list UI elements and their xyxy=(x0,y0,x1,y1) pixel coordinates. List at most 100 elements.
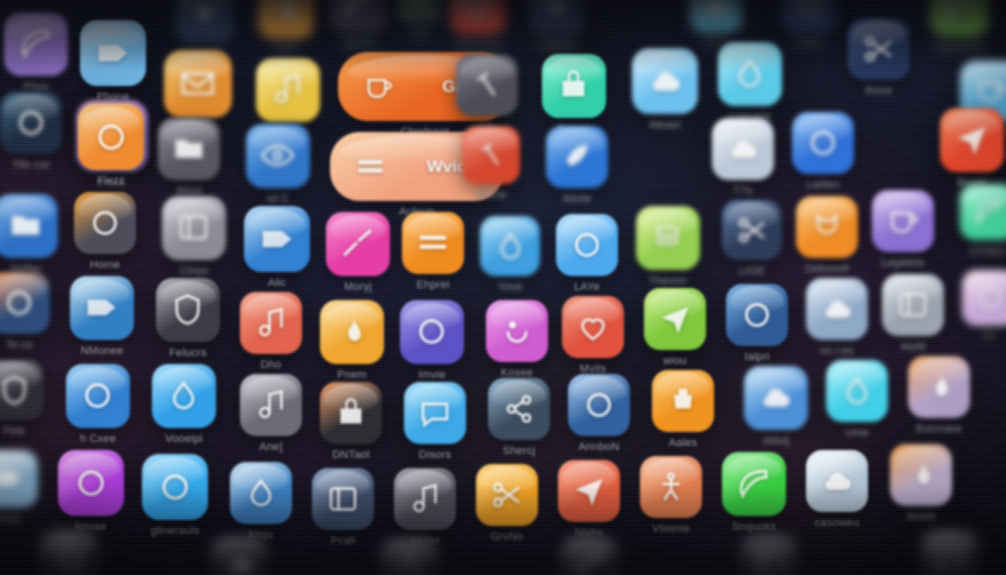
purple-icon[interactable] xyxy=(872,190,934,252)
orange-icon[interactable] xyxy=(796,196,858,258)
compass-icon[interactable] xyxy=(782,0,838,32)
teal-icon[interactable] xyxy=(960,184,1006,240)
eye2-icon[interactable] xyxy=(66,364,130,428)
app-icon-cell[interactable]: i n xyxy=(456,54,518,133)
home-icon[interactable] xyxy=(74,192,136,254)
ghost6-icon[interactable] xyxy=(740,534,800,575)
weather-icon[interactable] xyxy=(632,48,698,114)
app-icon-cell[interactable] xyxy=(920,530,980,575)
red-icon[interactable] xyxy=(558,460,620,522)
app-icon-cell[interactable]: Fevs xyxy=(258,0,314,55)
map-icon[interactable] xyxy=(530,0,584,34)
wallet-icon[interactable] xyxy=(158,118,220,180)
app-icon-cell[interactable]: Cloys xyxy=(162,196,226,277)
app-icon-cell[interactable]: Aleaoi xyxy=(632,48,698,131)
mint-icon[interactable] xyxy=(542,54,606,118)
cloud-icon[interactable] xyxy=(690,0,742,32)
news-icon[interactable] xyxy=(258,0,314,38)
app-icon-cell[interactable]: Aoia xyxy=(0,450,38,525)
app-icon-cell[interactable]: yvsepo xyxy=(960,184,1006,257)
chat-icon[interactable] xyxy=(404,382,466,444)
app-icon-cell[interactable]: Eocmare xyxy=(908,356,970,435)
app-icon-cell[interactable]: Alecio xyxy=(462,126,520,201)
app-icon-cell[interactable]: LAYe xyxy=(556,214,618,293)
app-icon-cell[interactable]: Jeyallonin xyxy=(930,0,988,53)
app-icon-cell[interactable]: GrvNo xyxy=(476,464,538,543)
app-icon-cell[interactable]: h Cxee xyxy=(66,364,130,445)
ghost-icon[interactable] xyxy=(0,360,44,420)
clock2-icon[interactable] xyxy=(726,284,788,346)
gold-icon[interactable] xyxy=(476,464,538,526)
phone2-icon[interactable] xyxy=(394,468,456,530)
clock-icon[interactable] xyxy=(78,104,144,170)
app-icon-cell[interactable]: ivi C xyxy=(246,124,310,205)
print-icon[interactable] xyxy=(312,468,374,530)
heart-icon[interactable] xyxy=(562,296,624,358)
settings-icon[interactable] xyxy=(0,92,62,154)
pie-icon[interactable] xyxy=(962,270,1006,326)
app-icon-cell[interactable]: Home xyxy=(74,192,136,271)
misc-icon[interactable] xyxy=(398,0,442,22)
share-icon[interactable] xyxy=(488,378,550,440)
ghost2-icon[interactable] xyxy=(40,530,100,575)
glasses-icon[interactable] xyxy=(722,200,782,260)
music-icon[interactable] xyxy=(240,292,302,354)
app-icon-cell[interactable]: Sickoves xyxy=(450,0,506,51)
app-icon-cell[interactable]: Wolrb xyxy=(890,444,952,523)
app-icon-cell[interactable]: Llellen xyxy=(792,112,854,191)
ghost7-icon[interactable] xyxy=(920,530,980,575)
mountain-icon[interactable] xyxy=(70,276,134,340)
app-icon-cell[interactable]: F? xyxy=(962,270,1006,343)
app-icon-cell[interactable]: Mvits xyxy=(562,296,624,375)
app-icon-cell[interactable]: glinerauls xyxy=(142,454,208,537)
app-icon-cell[interactable]: Boxer xyxy=(940,108,1004,189)
bag-icon[interactable] xyxy=(320,382,382,444)
app-icon-cell[interactable]: Snquoks xyxy=(722,452,786,533)
app-icon-cell[interactable]: Moryj xyxy=(326,212,390,293)
water-icon[interactable] xyxy=(718,42,782,106)
flame-icon[interactable] xyxy=(908,356,970,418)
app-icon-cell[interactable]: AnnboN xyxy=(568,374,630,453)
app-icon-cell[interactable]: Phone xyxy=(80,20,146,103)
ghost3-icon[interactable] xyxy=(210,536,270,575)
paint-icon[interactable] xyxy=(330,0,388,32)
send-icon[interactable] xyxy=(940,108,1004,172)
app-icon-cell[interactable]: Alinte xyxy=(546,126,608,205)
app-icon-cell[interactable]: Soflec xyxy=(0,194,58,275)
fitness-icon[interactable] xyxy=(400,300,464,364)
target-icon[interactable] xyxy=(792,112,854,174)
app-icon-cell[interactable]: Shercj xyxy=(488,378,550,457)
mail-icon[interactable] xyxy=(164,50,232,118)
notes-icon[interactable] xyxy=(256,58,320,122)
app-icon-cell[interactable]: casoweu xyxy=(806,450,868,529)
app-icon-cell[interactable]: T?o xyxy=(712,118,774,197)
app-icon-cell[interactable]: Felucrs xyxy=(156,278,220,359)
cart-icon[interactable] xyxy=(652,370,714,432)
app-icon-cell[interactable]: Ialpri xyxy=(726,284,788,363)
wave-icon[interactable] xyxy=(480,216,540,276)
chair-icon[interactable] xyxy=(462,126,520,184)
app-icon-cell[interactable]: lorvae xyxy=(58,450,124,533)
rocket-icon[interactable] xyxy=(546,126,608,188)
app-icon-cell[interactable]: Ane] xyxy=(240,374,302,453)
app-icon-cell[interactable]: Dho xyxy=(240,292,302,371)
tool-icon[interactable] xyxy=(456,54,518,116)
app-icon-cell[interactable]: Vooeipi xyxy=(152,364,216,445)
app-icon-cell[interactable]: DNTaol xyxy=(320,382,382,461)
app-icon-cell[interactable]: Ficlin xyxy=(782,0,838,49)
sand-icon[interactable] xyxy=(320,300,384,364)
box-icon[interactable] xyxy=(162,196,226,260)
app-icon-cell[interactable]: Alic xyxy=(244,206,310,289)
app-icon-cell[interactable]: Atolll xyxy=(882,274,944,353)
blue-icon[interactable] xyxy=(0,194,58,258)
app-icon-cell[interactable]: Fesi xyxy=(0,360,44,437)
lamp-icon[interactable] xyxy=(230,462,292,524)
pink-icon[interactable] xyxy=(326,212,390,276)
app-icon-cell[interactable] xyxy=(210,536,270,575)
app-icon-cell[interactable]: Pcali xyxy=(312,468,374,547)
app-icon-cell[interactable]: nn l.es xyxy=(806,278,868,357)
app-icon-cell[interactable] xyxy=(40,530,100,575)
doc-icon[interactable] xyxy=(0,450,38,508)
burger-icon[interactable] xyxy=(402,212,464,274)
magenta-icon[interactable] xyxy=(58,450,124,516)
